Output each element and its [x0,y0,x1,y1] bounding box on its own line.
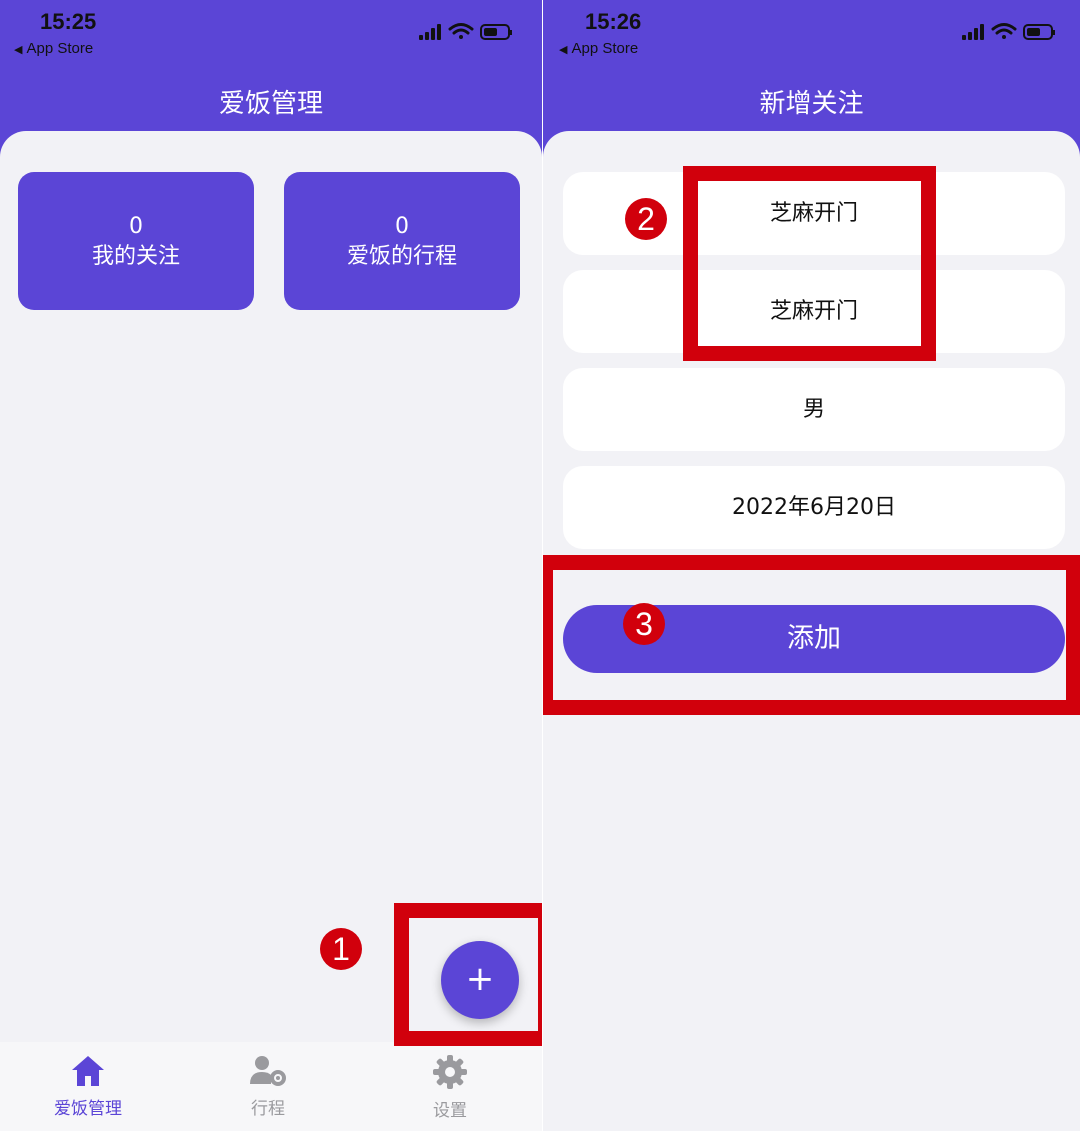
tab-schedule-label: 行程 [251,1099,285,1119]
my-follows-label: 我的关注 [91,244,180,269]
fan-schedule-card[interactable]: 0 爱饭的行程 [284,172,520,310]
status-time: 15:25 [40,9,97,34]
battery-icon [480,24,512,40]
home-icon [72,1056,104,1086]
tab-schedule[interactable]: 行程 [208,1054,328,1119]
status-time: 15:26 [585,9,642,34]
annotation-badge-3: 3 [623,603,665,645]
my-follows-card[interactable]: 0 我的关注 [18,172,254,310]
tab-settings[interactable]: 设置 [390,1054,510,1121]
signal-icon [419,24,441,40]
back-triangle-icon: ◀ [14,44,23,56]
fan-schedule-label: 爱饭的行程 [346,244,457,269]
tab-bar: 爱饭管理 行程 设置 [0,1042,542,1131]
annotation-box-3 [543,555,1080,715]
tab-home-label: 爱饭管理 [54,1099,122,1119]
annotation-box-1 [394,903,542,1046]
gear-icon [433,1055,467,1089]
wifi-icon [448,23,474,39]
gender-field[interactable]: 男 [563,368,1065,451]
annotation-badge-1: 1 [320,928,362,970]
user-gear-icon [250,1056,286,1086]
back-to-app-store[interactable]: ◀ App Store [559,40,638,57]
page-title: 新增关注 [759,89,864,119]
status-icons [419,23,512,40]
wifi-icon [991,23,1017,39]
fan-schedule-count: 0 [395,214,409,239]
back-triangle-icon: ◀ [559,44,568,56]
back-label: App Store [571,40,639,57]
tab-settings-label: 设置 [433,1101,467,1121]
add-follow-screen: 15:26 ◀ App Store 新增关注 芝麻开门 芝麻开门 男 2022年6… [542,0,1080,1131]
my-follows-count: 0 [129,214,143,239]
status-icons [962,23,1055,40]
page-title: 爱饭管理 [218,89,323,119]
signal-icon [962,24,984,40]
battery-icon [1023,24,1055,40]
back-to-app-store[interactable]: ◀ App Store [14,40,93,57]
home-screen: 15:25 ◀ App Store 爱饭管理 0 我的关注 0 爱饭的行程 + … [0,0,542,1131]
annotation-box-2 [683,166,936,361]
date-field[interactable]: 2022年6月20日 [563,466,1065,549]
back-label: App Store [26,40,94,57]
tab-home[interactable]: 爱饭管理 [28,1054,148,1119]
annotation-badge-2: 2 [625,198,667,240]
